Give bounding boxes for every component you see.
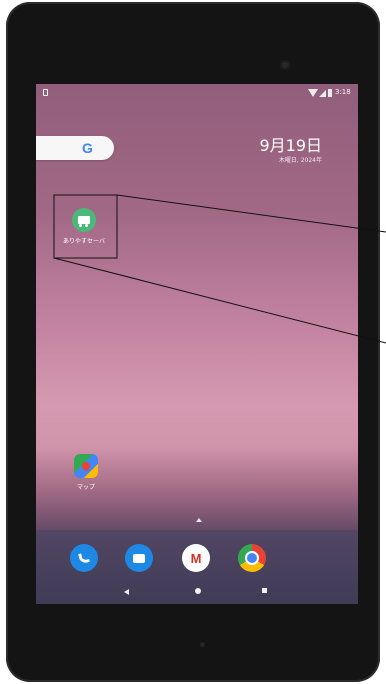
- phone-icon[interactable]: [70, 544, 98, 572]
- front-camera: [280, 60, 290, 70]
- google-icon: G: [82, 140, 93, 156]
- gmail-icon[interactable]: M: [182, 544, 210, 572]
- app-label: ありやすセーバ: [63, 238, 105, 245]
- clock-subdate: 木曜日, 2024年: [278, 157, 322, 164]
- app-shortcut-truck[interactable]: ありやすセーバ: [54, 208, 114, 245]
- app-shortcut-maps[interactable]: マップ: [56, 454, 116, 491]
- maps-icon: [74, 454, 98, 478]
- google-search-bar[interactable]: G: [36, 136, 114, 160]
- clock-date[interactable]: 9月19日: [259, 132, 322, 156]
- status-time: 3:18: [335, 88, 351, 96]
- app-drawer-arrow-icon[interactable]: [196, 518, 202, 522]
- tablet-sensor-dot: [200, 642, 205, 647]
- dock: M: [36, 530, 358, 604]
- chrome-icon[interactable]: [238, 544, 266, 572]
- wifi-icon: [308, 89, 318, 97]
- status-bar: 3:18: [36, 84, 358, 102]
- home-button[interactable]: [195, 588, 201, 594]
- home-screen: 3:18 G 9月19日 木曜日, 2024年 ありやすセーバ マップ M: [36, 84, 358, 604]
- app-label: マップ: [76, 484, 95, 491]
- messages-icon[interactable]: [125, 544, 153, 572]
- truck-app-icon: [72, 208, 96, 232]
- signal-icon: [319, 90, 326, 97]
- battery-icon: [328, 89, 332, 97]
- notification-icon: [43, 89, 48, 96]
- back-button[interactable]: [124, 589, 129, 595]
- recents-button[interactable]: [262, 588, 267, 593]
